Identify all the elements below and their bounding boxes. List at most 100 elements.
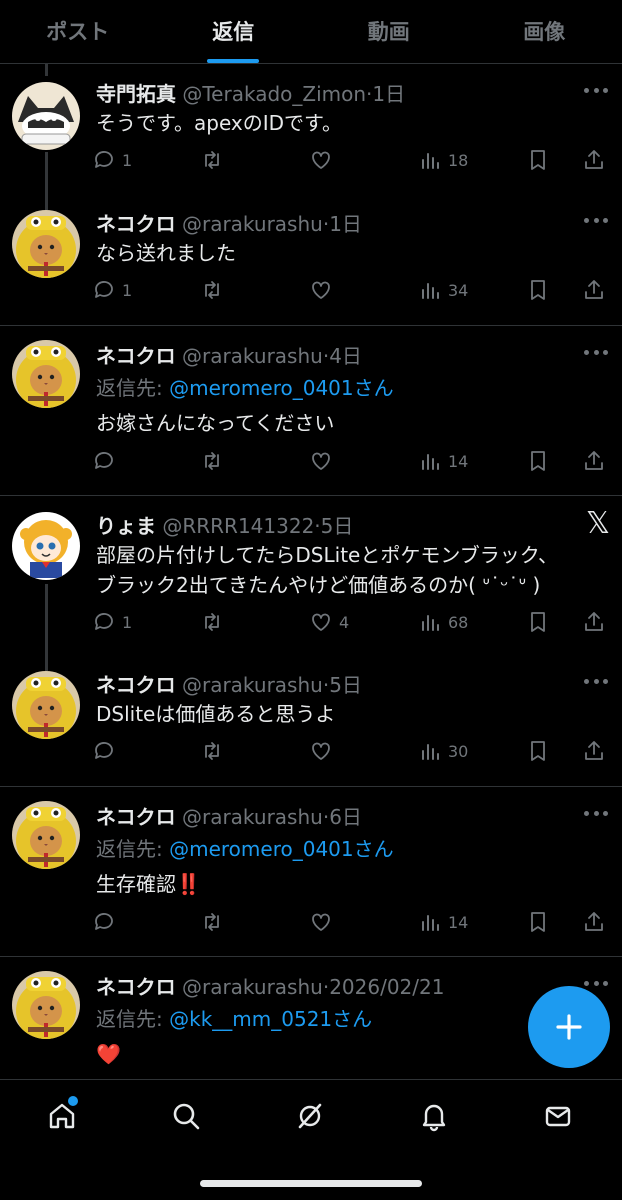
bookmark-button[interactable]: [526, 278, 550, 302]
tweet[interactable]: ネコクロ @rarakurashu·5日 DSliteは価値あると思うよ 30: [0, 657, 622, 787]
handle[interactable]: @rarakurashu: [182, 212, 323, 236]
avatar[interactable]: [12, 340, 80, 408]
timestamp[interactable]: 1日: [372, 82, 405, 106]
share-button[interactable]: [582, 910, 606, 934]
reply-button[interactable]: [92, 739, 122, 763]
avatar[interactable]: [12, 671, 80, 739]
nav-search[interactable]: [166, 1096, 206, 1136]
tweet[interactable]: ネコクロ @rarakurashu·6日 返信先: @meromero_0401…: [0, 787, 622, 957]
avatar[interactable]: [12, 210, 80, 278]
reply-button[interactable]: 1: [92, 278, 132, 302]
bookmark-button[interactable]: [526, 910, 550, 934]
reply-button[interactable]: 1: [92, 148, 132, 172]
x-logo-icon[interactable]: 𝕏: [586, 506, 610, 541]
nav-home[interactable]: [42, 1096, 82, 1136]
display-name[interactable]: ネコクロ: [96, 344, 176, 368]
avatar[interactable]: [12, 512, 80, 580]
bookmark-icon: [531, 150, 545, 170]
reply-button[interactable]: 1: [92, 610, 132, 634]
share-button[interactable]: [582, 278, 606, 302]
timestamp[interactable]: 5日: [329, 673, 362, 697]
more-options-icon[interactable]: [584, 679, 608, 685]
tweet[interactable]: りょま @RRRR141322·5日 𝕏 部屋の片付けしてたらDSLiteとポケ…: [0, 496, 622, 657]
retweet-icon: [205, 913, 219, 931]
share-button[interactable]: [582, 739, 606, 763]
timestamp[interactable]: 4日: [329, 344, 362, 368]
handle[interactable]: @Terakado_Zimon: [182, 82, 366, 106]
more-options-icon[interactable]: [584, 218, 608, 224]
bookmark-button[interactable]: [526, 148, 550, 172]
share-icon: [585, 150, 603, 169]
views-button[interactable]: 30: [418, 739, 468, 763]
display-name[interactable]: ネコクロ: [96, 805, 176, 829]
like-button[interactable]: [309, 910, 339, 934]
timestamp[interactable]: 5日: [321, 514, 354, 538]
retweet-button[interactable]: [200, 449, 230, 473]
views-button[interactable]: 14: [418, 910, 468, 934]
tweet[interactable]: 寺門拓真 @Terakado_Zimon·1日 そうです。apexのIDです。 …: [0, 64, 622, 196]
more-options-icon[interactable]: [584, 88, 608, 94]
views-button[interactable]: 68: [418, 610, 468, 634]
tweet-actions: 14: [92, 449, 612, 479]
retweet-button[interactable]: [200, 148, 230, 172]
views-button[interactable]: 18: [418, 148, 468, 172]
nav-grok[interactable]: [290, 1096, 330, 1136]
timestamp[interactable]: 2026/02/21: [329, 975, 444, 999]
search-icon: [173, 1103, 200, 1130]
bookmark-button[interactable]: [526, 610, 550, 634]
like-button[interactable]: 4: [309, 610, 349, 634]
display-name[interactable]: ネコクロ: [96, 673, 176, 697]
handle[interactable]: @rarakurashu: [182, 805, 323, 829]
replies-feed: 寺門拓真 @Terakado_Zimon·1日 そうです。apexのIDです。 …: [0, 64, 622, 1082]
more-options-icon[interactable]: [584, 350, 608, 356]
nav-messages[interactable]: [538, 1096, 578, 1136]
tab-replies[interactable]: 返信: [156, 0, 312, 63]
reply-to-mention[interactable]: @kk__mm_0521さん: [169, 1007, 372, 1031]
share-button[interactable]: [582, 449, 606, 473]
handle[interactable]: @rarakurashu: [182, 673, 323, 697]
reply-button[interactable]: [92, 449, 122, 473]
retweet-button[interactable]: [200, 910, 230, 934]
bookmark-icon: [531, 612, 545, 632]
handle[interactable]: @rarakurashu: [182, 344, 323, 368]
bookmark-button[interactable]: [526, 739, 550, 763]
tab-images[interactable]: 画像: [467, 0, 622, 63]
views-button[interactable]: 14: [418, 449, 468, 473]
share-button[interactable]: [582, 610, 606, 634]
like-button[interactable]: [309, 278, 339, 302]
tweet-actions: 1 18: [92, 148, 612, 178]
reply-to-mention[interactable]: @meromero_0401さん: [169, 837, 394, 861]
timestamp[interactable]: 1日: [329, 212, 362, 236]
display-name[interactable]: 寺門拓真: [96, 82, 176, 106]
timestamp[interactable]: 6日: [329, 805, 362, 829]
like-button[interactable]: [309, 449, 339, 473]
reply-button[interactable]: [92, 910, 122, 934]
more-options-icon[interactable]: [584, 811, 608, 817]
like-button[interactable]: [309, 148, 339, 172]
share-button[interactable]: [582, 148, 606, 172]
tweet[interactable]: ネコクロ @rarakurashu·4日 返信先: @meromero_0401…: [0, 326, 622, 496]
more-options-icon[interactable]: [584, 981, 608, 987]
share-icon: [585, 912, 603, 931]
compose-button[interactable]: [528, 986, 610, 1068]
handle[interactable]: @RRRR141322: [162, 514, 314, 538]
reply-to-mention[interactable]: @meromero_0401さん: [169, 376, 394, 400]
views-button[interactable]: 34: [418, 278, 468, 302]
tab-videos[interactable]: 動画: [311, 0, 467, 63]
avatar[interactable]: [12, 801, 80, 869]
bookmark-button[interactable]: [526, 449, 550, 473]
retweet-button[interactable]: [200, 610, 230, 634]
retweet-button[interactable]: [200, 739, 230, 763]
tweet[interactable]: ネコクロ @rarakurashu·1日 なら送れました 1 34: [0, 196, 622, 326]
display-name[interactable]: ネコクロ: [96, 975, 176, 999]
nav-notifications[interactable]: [414, 1096, 454, 1136]
like-button[interactable]: [309, 739, 339, 763]
avatar[interactable]: [12, 82, 80, 150]
tweet-header: ネコクロ @rarakurashu·4日: [96, 344, 362, 368]
avatar[interactable]: [12, 971, 80, 1039]
display-name[interactable]: ネコクロ: [96, 212, 176, 236]
display-name[interactable]: りょま: [96, 514, 156, 538]
retweet-button[interactable]: [200, 278, 230, 302]
tab-posts[interactable]: ポスト: [0, 0, 156, 63]
handle[interactable]: @rarakurashu: [182, 975, 323, 999]
